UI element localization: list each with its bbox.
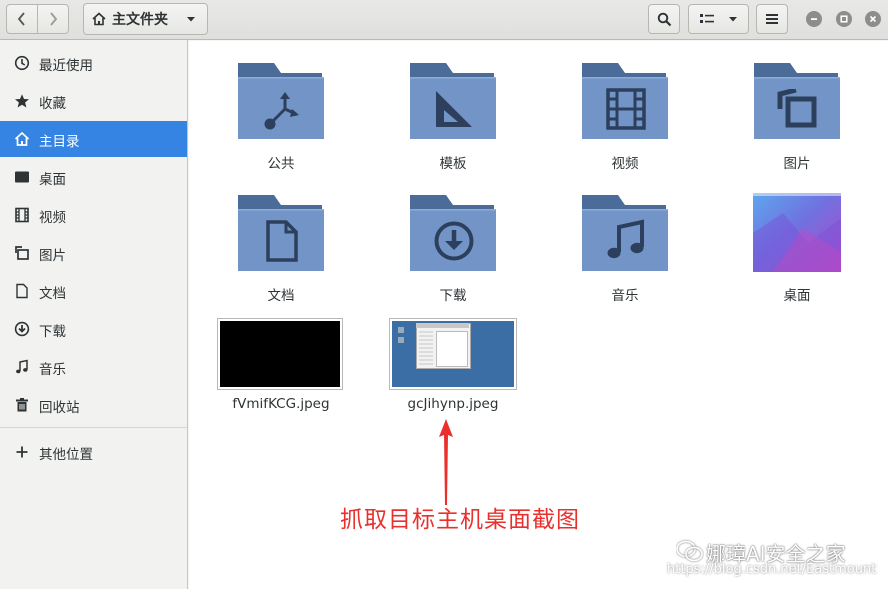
image-file-fVmifKCG[interactable]: fVmifKCG.jpeg <box>206 317 356 417</box>
menu-button[interactable] <box>756 4 788 34</box>
template-icon <box>436 91 472 127</box>
sidebar-item-label: 文档 <box>39 286 66 302</box>
file-label: 视频 <box>611 156 639 172</box>
clock-icon <box>13 54 31 72</box>
dropdown-icon <box>728 17 737 22</box>
sidebar-item-label: 视频 <box>39 210 66 226</box>
sidebar-item-documents[interactable]: 文档 <box>0 273 187 309</box>
star-icon <box>13 92 31 110</box>
minimize-button[interactable] <box>806 11 822 27</box>
sidebar-item-music[interactable]: 音乐 <box>0 349 187 385</box>
sidebar-item-label: 音乐 <box>39 362 66 378</box>
folder-templates[interactable]: 模板 <box>378 61 528 176</box>
picture-icon <box>777 89 817 128</box>
file-label: 下载 <box>439 288 467 304</box>
close-icon <box>869 15 877 23</box>
sidebar-item-label: 回收站 <box>39 400 80 416</box>
picture-icon <box>13 244 31 262</box>
annotation-text: 抓取目标主机桌面截图 <box>340 507 580 533</box>
menu-icon <box>766 14 778 24</box>
sidebar-item-videos[interactable]: 视频 <box>0 197 187 233</box>
list-view-icon <box>699 14 714 23</box>
file-label: gcJihynp.jpeg <box>407 396 499 412</box>
desktop-thumbnail <box>753 193 841 272</box>
sidebar: 最近使用 收藏 主目录 桌面 视频 图片 文档 下载 音乐 回收站 其他位置 <box>0 40 188 589</box>
home-icon <box>92 12 106 26</box>
dropdown-icon <box>187 17 195 22</box>
file-label: 图片 <box>783 156 811 172</box>
sidebar-item-label: 收藏 <box>39 96 66 112</box>
image-thumbnail-screenshot <box>389 318 517 390</box>
sidebar-item-starred[interactable]: 收藏 <box>0 83 187 119</box>
file-label: 音乐 <box>611 288 639 304</box>
music-icon <box>13 358 31 376</box>
film-icon <box>606 88 646 130</box>
maximize-button[interactable] <box>836 11 852 27</box>
folder-pictures[interactable]: 图片 <box>722 61 872 176</box>
watermark-url: https://blog.csdn.net/Eastmount <box>667 562 877 577</box>
folder-videos[interactable]: 视频 <box>550 61 700 176</box>
plus-icon <box>13 443 31 461</box>
sidebar-item-label: 其他位置 <box>39 447 93 463</box>
path-label: 主文件夹 <box>112 12 168 28</box>
file-label: 模板 <box>439 156 467 172</box>
file-label: 桌面 <box>783 288 811 304</box>
sidebar-item-label: 下载 <box>39 324 66 340</box>
sidebar-item-pictures[interactable]: 图片 <box>0 235 187 271</box>
back-button[interactable] <box>6 4 38 34</box>
view-options-button[interactable] <box>688 4 749 34</box>
wechat-icon <box>676 540 703 562</box>
document-icon <box>13 282 31 300</box>
folder-documents[interactable]: 文档 <box>206 193 356 308</box>
back-icon <box>17 12 25 26</box>
nav-buttons <box>6 4 70 34</box>
search-icon <box>657 12 671 26</box>
sidebar-item-desktop[interactable]: 桌面 <box>0 159 187 195</box>
annotation-arrow <box>439 419 453 505</box>
sidebar-item-label: 主目录 <box>39 134 80 150</box>
document-icon <box>266 220 298 262</box>
minimize-icon <box>811 18 817 20</box>
folder-music[interactable]: 音乐 <box>550 193 700 308</box>
file-label: 公共 <box>267 156 295 172</box>
forward-button[interactable] <box>37 4 69 34</box>
folder-public[interactable]: 公共 <box>206 61 356 176</box>
sidebar-item-label: 图片 <box>39 248 66 264</box>
sidebar-item-home[interactable]: 主目录 <box>0 121 187 157</box>
close-button[interactable] <box>865 11 881 27</box>
sidebar-item-label: 桌面 <box>39 172 66 188</box>
forward-icon <box>50 12 58 26</box>
file-label: 文档 <box>267 288 295 304</box>
path-bar-home[interactable]: 主文件夹 <box>83 3 208 35</box>
file-label: fVmifKCG.jpeg <box>232 396 330 412</box>
sidebar-separator <box>0 427 187 428</box>
header-bar: 主文件夹 <box>0 0 888 40</box>
sidebar-item-downloads[interactable]: 下载 <box>0 311 187 347</box>
film-icon <box>13 206 31 224</box>
sidebar-item-other-locations[interactable]: 其他位置 <box>0 434 187 470</box>
image-file-gcJihynp[interactable]: gcJihynp.jpeg <box>378 317 528 417</box>
desktop-icon <box>13 168 31 186</box>
download-icon <box>13 320 31 338</box>
sidebar-item-recent[interactable]: 最近使用 <box>0 45 187 81</box>
folder-desktop[interactable]: 桌面 <box>722 193 872 308</box>
maximize-icon <box>840 15 848 23</box>
share-icon <box>264 92 299 130</box>
sidebar-item-trash[interactable]: 回收站 <box>0 387 187 423</box>
folder-downloads[interactable]: 下载 <box>378 193 528 308</box>
home-icon <box>13 130 31 148</box>
search-button[interactable] <box>648 4 680 34</box>
music-icon <box>607 219 644 259</box>
sidebar-item-label: 最近使用 <box>39 58 93 74</box>
download-icon <box>434 221 474 261</box>
image-thumbnail-black <box>217 318 343 390</box>
trash-icon <box>13 396 31 414</box>
